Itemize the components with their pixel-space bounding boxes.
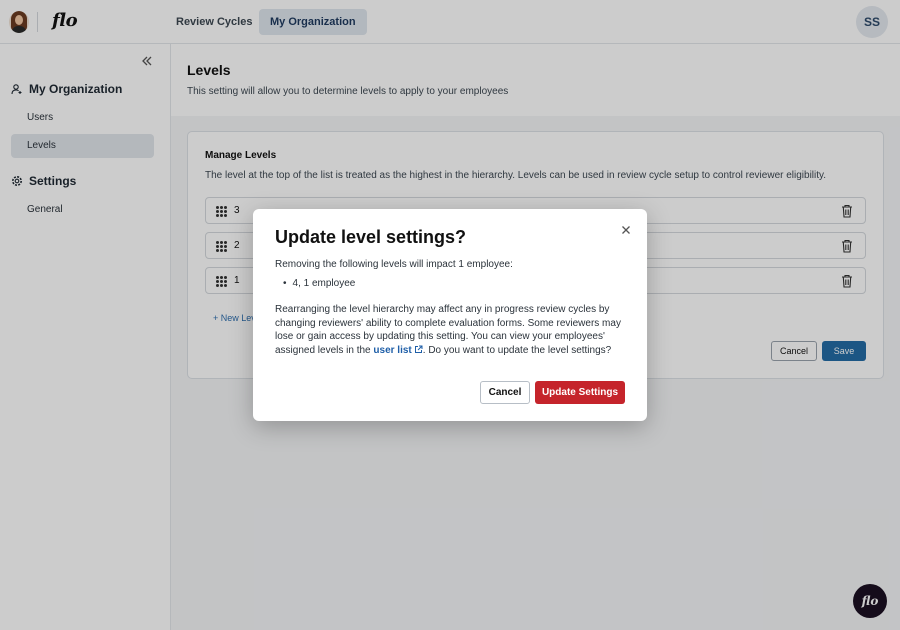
dialog-title: Update level settings? — [275, 227, 467, 247]
update-settings-button[interactable]: Update Settings — [535, 381, 625, 404]
message-text: . Do you want to update the level settin… — [422, 344, 612, 356]
close-icon[interactable] — [621, 223, 631, 237]
dialog-message: Rearranging the level hierarchy may affe… — [275, 303, 625, 357]
external-link-icon[interactable] — [414, 345, 423, 354]
update-level-settings-dialog: Update level settings? Removing the foll… — [253, 209, 647, 421]
impacted-level-item: 4, 1 employee — [283, 278, 356, 289]
impact-text: Removing the following levels will impac… — [275, 259, 513, 270]
dialog-cancel-button[interactable]: Cancel — [480, 381, 530, 404]
user-list-link[interactable]: user list — [373, 345, 411, 356]
